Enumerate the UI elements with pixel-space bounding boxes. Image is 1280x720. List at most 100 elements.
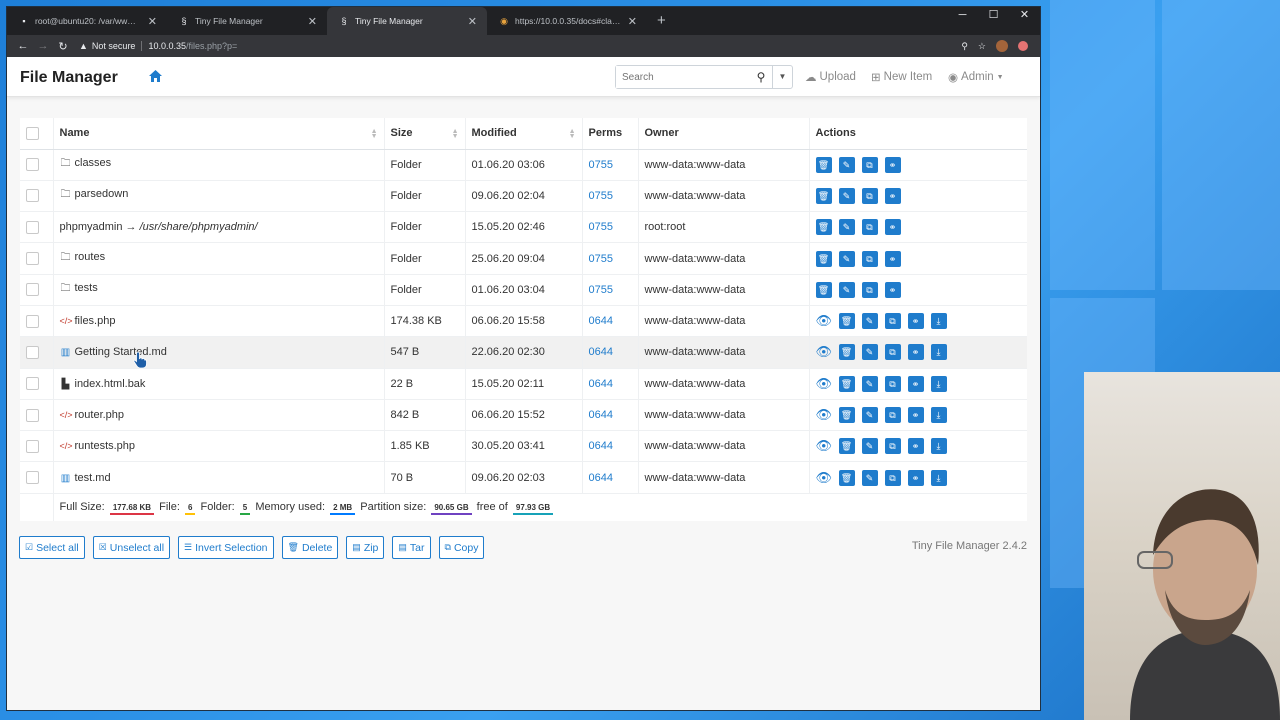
table-row[interactable]: </> runtests.php 1.85 KB 30.05.20 03:41 0… [20,430,1027,462]
link-icon[interactable]: ⚭ [884,219,901,236]
record-icon[interactable] [1018,41,1028,51]
edit-icon[interactable]: ✎ [838,219,855,236]
trash-icon[interactable]: 🗑 [815,250,832,267]
link-icon[interactable]: ⚭ [907,407,924,424]
delete-button[interactable]: 🗑 Delete [281,536,339,559]
download-icon[interactable]: ⤓ [930,313,947,330]
copy-icon[interactable]: ⧉ [861,219,878,236]
close-icon[interactable]: ✕ [148,15,157,28]
row-checkbox[interactable] [26,220,39,234]
edit-icon[interactable]: ✎ [838,250,855,267]
link-icon[interactable]: ⚭ [884,156,901,173]
close-icon[interactable]: ✕ [308,15,317,28]
copy-icon[interactable]: ⧉ [884,344,901,361]
copy-icon[interactable]: ⧉ [861,156,878,173]
copy-icon[interactable]: ⧉ [861,281,878,298]
perms-link[interactable]: 0755 [589,221,613,233]
star-icon[interactable]: ☆ [978,41,986,52]
file-name-link[interactable]: tests [75,282,98,294]
eye-icon[interactable]: 👁 [816,438,833,454]
browser-tab[interactable]: § Tiny File Manager ✕ [167,7,327,35]
column-modified[interactable]: Modified ▲ ▼ [465,118,583,150]
edit-icon[interactable]: ✎ [861,438,878,455]
download-icon[interactable]: ⤓ [930,344,947,361]
new-item-link[interactable]: ⊞ New Item [871,70,932,84]
copy-icon[interactable]: ⧉ [884,407,901,424]
column-size[interactable]: Size ▲ ▼ [384,118,466,150]
trash-icon[interactable]: 🗑 [838,407,855,424]
link-icon[interactable]: ⚭ [884,250,901,267]
table-row[interactable]: 🗀 tests Folder 01.06.20 03:04 0755 www-da… [20,273,1027,306]
file-name-link[interactable]: index.html.bak [75,378,146,390]
file-name-link[interactable]: classes [75,157,112,169]
search-input[interactable] [616,66,750,88]
unselect-all-button[interactable]: ☒ Unselect all [92,536,171,559]
edit-icon[interactable]: ✎ [861,375,878,392]
trash-icon[interactable]: 🗑 [838,313,855,330]
eye-icon[interactable]: 👁 [816,376,833,392]
link-icon[interactable]: ⚭ [907,469,924,486]
file-name-link[interactable]: test.md [75,472,111,484]
link-icon[interactable]: ⚭ [907,344,924,361]
table-row[interactable]: 🗀 routes Folder 25.06.20 09:04 0755 www-d… [20,242,1027,275]
edit-icon[interactable]: ✎ [861,407,878,424]
row-checkbox[interactable] [26,439,39,453]
row-checkbox[interactable] [26,314,39,328]
link-icon[interactable]: ⚭ [907,438,924,455]
file-name-link[interactable]: phpmyadmin [60,221,123,233]
perms-link[interactable]: 0755 [589,159,613,171]
link-icon[interactable]: ⚭ [884,187,901,204]
back-icon[interactable]: ← [13,40,33,52]
table-row[interactable]: ▙ index.html.bak 22 B 15.05.20 02:11 0644… [20,367,1027,400]
zip-button[interactable]: ▤ Zip [346,536,385,559]
search-icon[interactable]: ⚲ [750,66,772,88]
admin-menu[interactable]: ◉ Admin ▼ [948,70,1004,84]
download-icon[interactable]: ⤓ [930,375,947,392]
trash-icon[interactable]: 🗑 [815,281,832,298]
upload-link[interactable]: ☁ Upload [805,70,856,84]
edit-icon[interactable]: ✎ [861,313,878,330]
table-row[interactable]: phpmyadmin → /usr/share/phpmyadmin/ Fold… [20,211,1027,243]
forward-icon[interactable]: → [33,40,53,52]
trash-icon[interactable]: 🗑 [838,438,855,455]
brand-title[interactable]: File Manager [20,69,118,87]
edit-icon[interactable]: ✎ [838,156,855,173]
row-checkbox[interactable] [26,189,39,203]
copy-icon[interactable]: ⧉ [884,313,901,330]
row-checkbox[interactable] [26,283,39,297]
close-icon[interactable]: ✕ [468,15,477,28]
link-icon[interactable]: ⚭ [884,281,901,298]
perms-link[interactable]: 0644 [589,409,613,421]
edit-icon[interactable]: ✎ [861,344,878,361]
file-name-link[interactable]: Getting Started.md [75,346,167,358]
perms-link[interactable]: 0755 [589,253,613,265]
file-name-link[interactable]: files.php [75,315,116,327]
new-tab-button[interactable]: + [647,7,676,35]
column-perms[interactable]: Perms [582,118,639,150]
table-row[interactable]: </> files.php 174.38 KB 06.06.20 15:58 06… [20,304,1027,337]
trash-icon[interactable]: 🗑 [815,219,832,236]
copy-button[interactable]: ⧉ Copy [438,536,485,559]
minimize-icon[interactable]: ─ [947,7,978,35]
row-checkbox[interactable] [26,377,39,391]
link-icon[interactable]: ⚭ [907,375,924,392]
close-icon[interactable]: ✕ [628,15,637,28]
copy-icon[interactable]: ⧉ [884,469,901,486]
file-name-link[interactable]: runtests.php [75,440,136,452]
trash-icon[interactable]: 🗑 [815,187,832,204]
profile-avatar[interactable] [996,40,1008,52]
eye-icon[interactable]: 👁 [816,344,833,360]
eye-icon[interactable]: 👁 [816,407,833,423]
tar-button[interactable]: ▤ Tar [392,536,431,559]
perms-link[interactable]: 0644 [589,315,613,327]
eye-icon[interactable]: 👁 [816,470,833,486]
column-owner[interactable]: Owner [638,118,810,150]
trash-icon[interactable]: 🗑 [838,469,855,486]
url-field[interactable]: ▲ Not secure 10.0.0.35 /files.php?p= [79,37,961,55]
perms-link[interactable]: 0755 [589,190,613,202]
table-row[interactable]: 🗀 classes Folder 01.06.20 03:06 0755 www-… [20,148,1027,181]
select-all-button[interactable]: ☑ Select all [19,536,85,559]
file-name-link[interactable]: router.php [75,409,125,421]
perms-link[interactable]: 0644 [589,440,613,452]
copy-icon[interactable]: ⧉ [884,438,901,455]
